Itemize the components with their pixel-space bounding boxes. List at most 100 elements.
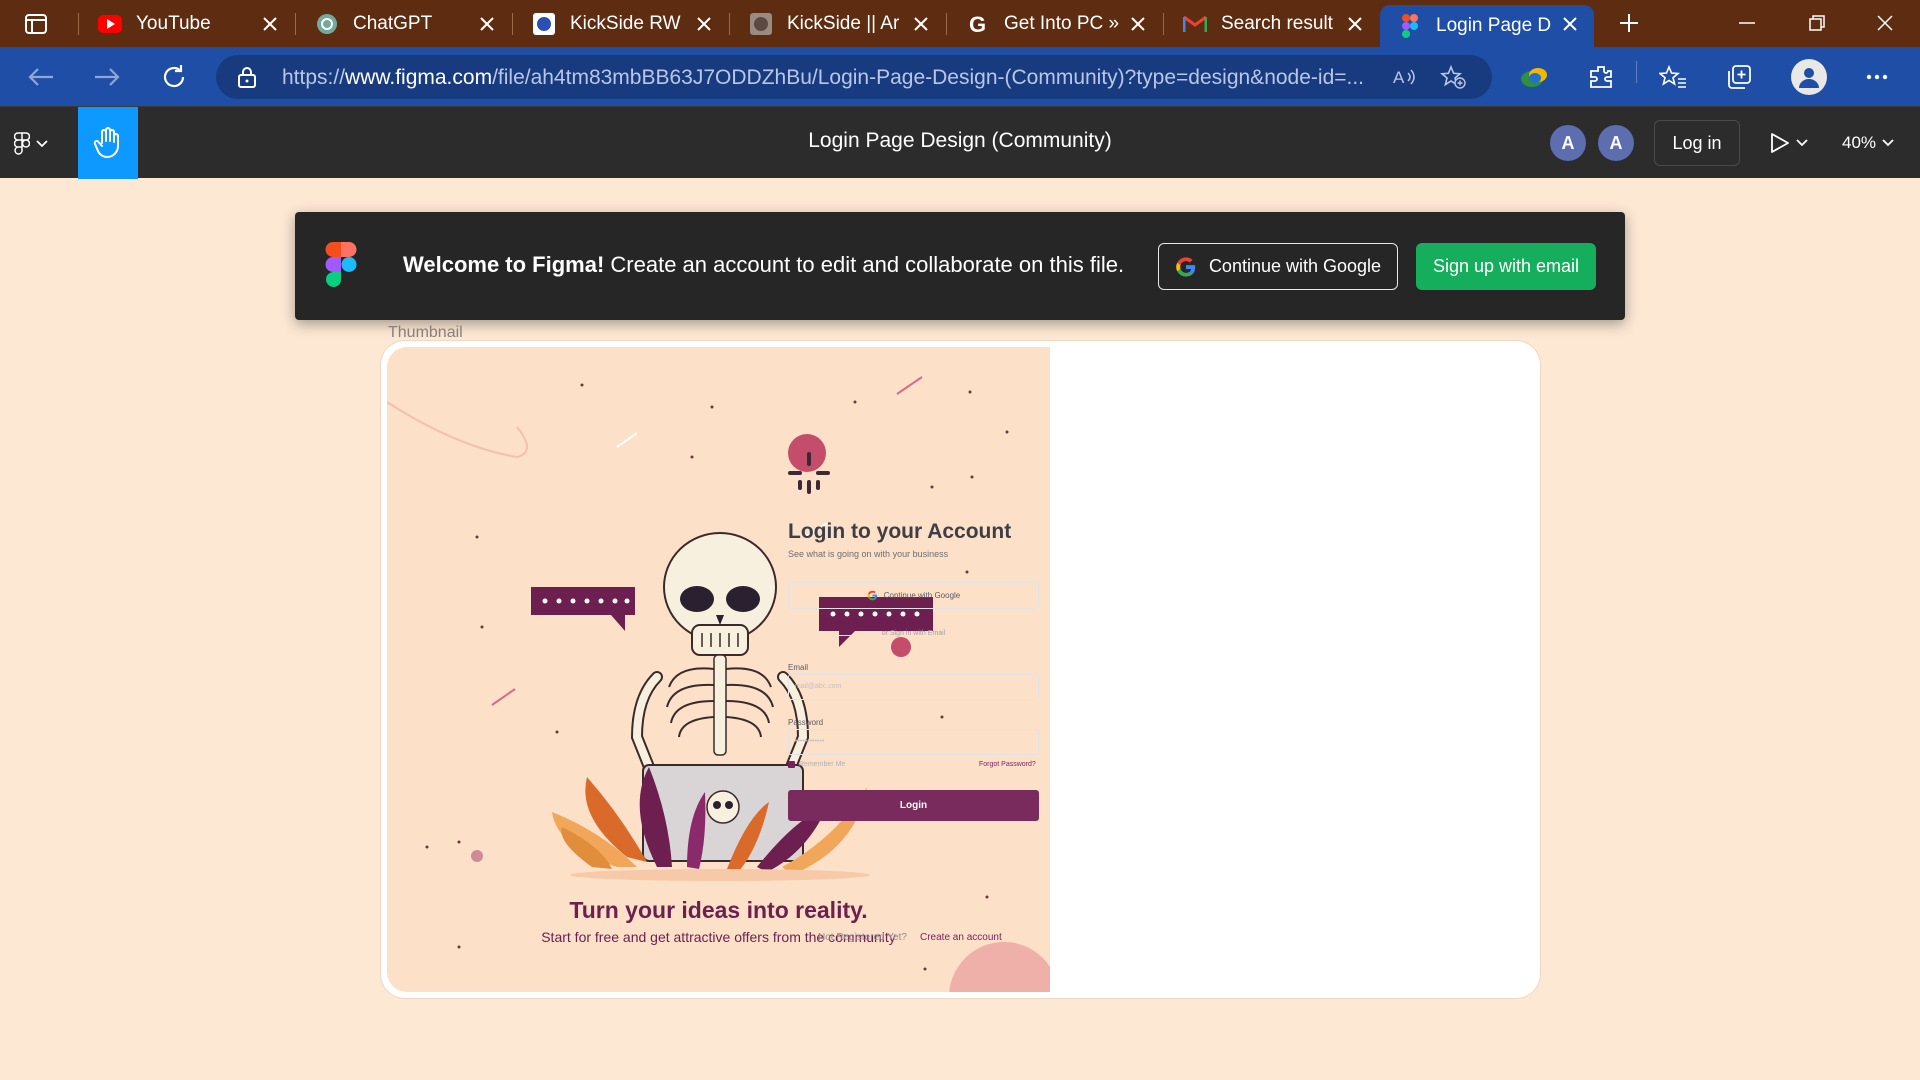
tab-title: Login Page D <box>1436 15 1552 36</box>
tab-kickside-rw[interactable]: KickSide RW <box>514 5 728 43</box>
close-window-button[interactable] <box>1862 8 1908 38</box>
lock-icon[interactable] <box>234 64 260 90</box>
login-google-label: Continue with Google <box>883 591 961 600</box>
chevron-down-icon <box>1796 139 1808 147</box>
remember-me-label: Remember Me <box>799 761 846 768</box>
chevron-down-icon <box>1882 139 1894 147</box>
tab-youtube[interactable]: YouTube <box>80 5 294 43</box>
welcome-message: Welcome to Figma! Create an account to e… <box>403 252 1124 278</box>
tab-title: ChatGPT <box>353 13 433 34</box>
brand-logo-icon <box>788 452 830 494</box>
google-icon <box>867 590 877 601</box>
tab-title: KickSide RW <box>570 13 681 34</box>
tab-chatgpt[interactable]: ChatGPT <box>297 5 511 43</box>
tab-title: Get Into PC » <box>1004 13 1120 34</box>
chatgpt-icon <box>315 12 339 36</box>
zoom-level: 40% <box>1842 133 1877 152</box>
checkbox-checked-icon <box>788 761 795 768</box>
restore-button[interactable] <box>1794 8 1840 38</box>
url-scheme: https:// <box>282 66 346 89</box>
collaborator-avatar[interactable]: A <box>1550 125 1586 161</box>
back-button[interactable] <box>24 60 58 94</box>
google-icon <box>1176 256 1196 277</box>
frame-label[interactable]: Thumbnail <box>388 324 463 342</box>
tab-get-into-pc[interactable]: G Get Into PC » <box>948 5 1162 43</box>
close-icon[interactable] <box>694 14 714 34</box>
figma-toolbar: Login Page Design (Community) A A Log in… <box>0 106 1920 179</box>
password-label: Password <box>788 718 824 727</box>
tab-separator <box>729 13 730 35</box>
extensions-icon[interactable] <box>1584 60 1618 94</box>
close-icon[interactable] <box>911 14 931 34</box>
url-path: /file/ah4tm83mbBB63J7ODDZhBu/Login-Page-… <box>492 66 1365 89</box>
refresh-button[interactable] <box>157 60 191 94</box>
tab-separator <box>946 13 947 35</box>
tab-actions-icon[interactable] <box>14 10 58 38</box>
close-icon[interactable] <box>1560 14 1580 34</box>
collections-icon[interactable] <box>1722 60 1756 94</box>
password-field[interactable]: •••••••••••• <box>788 729 1039 755</box>
zoom-dropdown[interactable]: 40% <box>1842 127 1894 159</box>
forgot-password-link[interactable]: Forgot Password? <box>979 761 1036 768</box>
collaborator-avatar[interactable]: A <box>1598 125 1634 161</box>
tab-figma-login-page[interactable]: Login Page D <box>1380 5 1594 47</box>
svg-text:A: A <box>1393 68 1405 87</box>
tab-title: YouTube <box>136 13 211 34</box>
close-icon[interactable] <box>1345 14 1365 34</box>
browser-navigation-bar: https://www.figma.com/file/ah4tm83mbBB63… <box>0 47 1920 106</box>
skeleton-illustration <box>387 376 1050 992</box>
welcome-banner: Welcome to Figma! Create an account to e… <box>295 212 1625 320</box>
tab-title: KickSide || Ar <box>787 13 900 34</box>
illustration-headline: Turn your ideas into reality. <box>569 897 868 923</box>
tab-separator <box>78 13 79 35</box>
welcome-body-text: Create an account to edit and collaborat… <box>604 252 1125 277</box>
close-icon[interactable] <box>477 14 497 34</box>
figma-icon <box>1398 14 1422 38</box>
address-bar[interactable]: https://www.figma.com/file/ah4tm83mbBB63… <box>216 55 1492 99</box>
read-aloud-icon[interactable]: A <box>1392 64 1418 90</box>
email-divider: or Sign in with Email <box>788 630 1039 640</box>
url-text: https://www.figma.com/file/ah4tm83mbBB63… <box>282 66 1382 90</box>
figma-login-button[interactable]: Log in <box>1654 120 1740 166</box>
favorites-icon[interactable] <box>1656 60 1690 94</box>
tab-separator <box>295 13 296 35</box>
browser-tab-strip: YouTube ChatGPT KickSide RW KickSide || … <box>0 0 1920 47</box>
create-account-link[interactable]: Create an account <box>920 932 1002 943</box>
login-google-button[interactable]: Continue with Google <box>788 582 1039 609</box>
kickside-icon <box>532 12 556 36</box>
present-button[interactable] <box>1770 127 1822 159</box>
forward-button[interactable] <box>90 60 124 94</box>
welcome-bold-text: Welcome to Figma! <box>403 252 605 277</box>
kickside-alt-icon <box>749 12 773 36</box>
tab-separator <box>512 13 513 35</box>
not-registered-text: Not Registered Yet? <box>818 932 907 943</box>
login-subtitle: See what is going on with your business <box>788 549 949 559</box>
sign-up-with-email-button[interactable]: Sign up with email <box>1416 243 1596 290</box>
url-host: www.figma.com <box>345 66 493 89</box>
tab-kickside-ar[interactable]: KickSide || Ar <box>731 5 945 43</box>
youtube-icon <box>98 12 122 36</box>
browser-essentials-icon[interactable] <box>1518 60 1552 94</box>
tab-separator <box>1163 13 1164 35</box>
close-icon[interactable] <box>1128 14 1148 34</box>
gmail-icon <box>1183 12 1207 36</box>
profile-avatar[interactable] <box>1791 59 1827 95</box>
minimize-button[interactable] <box>1724 8 1770 38</box>
google-button-label: Continue with Google <box>1208 256 1382 276</box>
illustration-panel: Turn your ideas into reality. Start for … <box>387 347 1050 992</box>
close-icon[interactable] <box>260 14 280 34</box>
tab-gmail-search[interactable]: Search result <box>1165 5 1379 43</box>
login-title: Login to your Account <box>788 520 1012 543</box>
login-submit-button[interactable]: Login <box>788 790 1039 821</box>
getintopc-icon: G <box>966 12 990 36</box>
remember-me-checkbox[interactable]: Remember Me <box>788 761 845 768</box>
more-options-icon[interactable] <box>1860 60 1894 94</box>
new-tab-button[interactable] <box>1606 8 1652 38</box>
continue-with-google-button[interactable]: Continue with Google <box>1158 243 1398 290</box>
tab-title: Search result <box>1221 13 1333 34</box>
email-field[interactable]: mail@abc.com <box>788 674 1039 700</box>
divider-text: or Sign in with Email <box>881 630 946 637</box>
add-favorite-icon[interactable] <box>1440 64 1466 90</box>
toolbar-separator <box>1636 61 1637 83</box>
login-design-frame[interactable]: Turn your ideas into reality. Start for … <box>381 341 1540 998</box>
